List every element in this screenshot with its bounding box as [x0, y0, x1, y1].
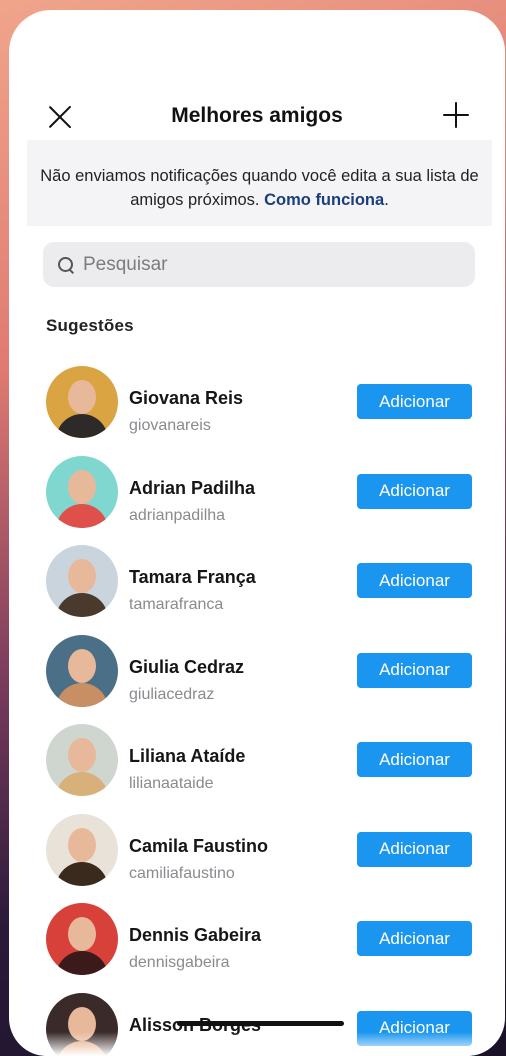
user-username: camiliafaustino	[129, 864, 235, 882]
avatar-body	[56, 503, 108, 528]
user-name[interactable]: Tamara França	[129, 567, 256, 588]
search-bar[interactable]	[43, 242, 475, 287]
phone-screen: Melhores amigos Não enviamos notificaçõe…	[9, 10, 505, 1056]
avatar[interactable]	[46, 455, 118, 528]
avatar-body	[56, 593, 108, 617]
user-name[interactable]: Giovana Reis	[129, 388, 243, 409]
notice-period: .	[384, 191, 389, 209]
avatar[interactable]	[46, 903, 118, 975]
avatar-body	[56, 861, 108, 886]
user-name[interactable]: Liliana Ataíde	[129, 746, 245, 767]
avatar[interactable]	[46, 813, 118, 886]
user-name[interactable]: Adrian Padilha	[129, 478, 255, 499]
plus-icon[interactable]	[441, 100, 471, 130]
bottom-fade	[9, 1032, 505, 1056]
add-user-button[interactable]: Adicionar	[357, 921, 472, 956]
add-user-button[interactable]: Adicionar	[357, 384, 472, 419]
avatar-body	[56, 682, 108, 707]
list-item[interactable]: Giulia Cedraz giuliacedraz Adicionar	[9, 634, 505, 725]
add-user-button[interactable]: Adicionar	[357, 652, 472, 688]
avatar-body	[56, 414, 108, 438]
user-name[interactable]: Camila Faustino	[129, 836, 268, 857]
add-user-button[interactable]: Adicionar	[357, 563, 472, 598]
avatar[interactable]	[46, 634, 118, 707]
user-username: giovanareis	[129, 417, 211, 434]
user-username: dennisgabeira	[129, 954, 230, 971]
avatar-face	[68, 380, 96, 414]
avatar-body	[56, 772, 108, 796]
avatar-face	[68, 559, 96, 593]
list-item[interactable]: Camila Faustino camiliafaustino Adicionar	[9, 813, 505, 904]
user-name[interactable]: Dennis Gabeira	[129, 925, 261, 946]
user-username: tamarafranca	[129, 596, 224, 613]
user-username: giuliacedraz	[129, 685, 215, 703]
list-item[interactable]: Tamara França tamarafranca Adicionar	[9, 545, 505, 635]
user-name[interactable]: Giulia Cedraz	[129, 657, 244, 678]
avatar-face	[68, 469, 96, 504]
user-username: lilianaataide	[129, 775, 214, 792]
avatar[interactable]	[46, 366, 118, 438]
avatar-face	[68, 648, 96, 683]
home-indicator[interactable]	[177, 1021, 344, 1026]
avatar[interactable]	[46, 545, 118, 617]
suggestions-title: Sugestões	[46, 316, 134, 335]
list-item[interactable]: Liliana Ataíde lilianaataide Adicionar	[9, 724, 505, 814]
avatar-face	[68, 917, 96, 951]
add-user-button[interactable]: Adicionar	[357, 831, 472, 867]
add-user-button[interactable]: Adicionar	[357, 742, 472, 777]
avatar[interactable]	[46, 724, 118, 796]
avatar-face	[68, 827, 96, 862]
search-input[interactable]	[83, 253, 463, 276]
add-user-button[interactable]: Adicionar	[357, 473, 472, 509]
how-it-works-link[interactable]: Como funciona	[264, 191, 384, 209]
page-title: Melhores amigos	[171, 104, 343, 127]
suggestions-list: Giovana Reis giovanareis Adicionar Adrian P…	[9, 366, 505, 1056]
list-item[interactable]: Dennis Gabeira dennisgabeira Adicionar	[9, 903, 505, 993]
notice-banner: Não enviamos notificações quando você ed…	[27, 140, 492, 226]
list-item[interactable]: Giovana Reis giovanareis Adicionar	[9, 366, 505, 456]
notice-text: Não enviamos notificações quando você ed…	[40, 167, 479, 209]
user-username: adrianpadilha	[129, 506, 226, 524]
avatar-face	[68, 738, 96, 772]
list-item[interactable]: Adrian Padilha adrianpadilha Adicionar	[9, 455, 505, 546]
search-icon	[57, 256, 75, 274]
avatar-body	[56, 951, 108, 975]
